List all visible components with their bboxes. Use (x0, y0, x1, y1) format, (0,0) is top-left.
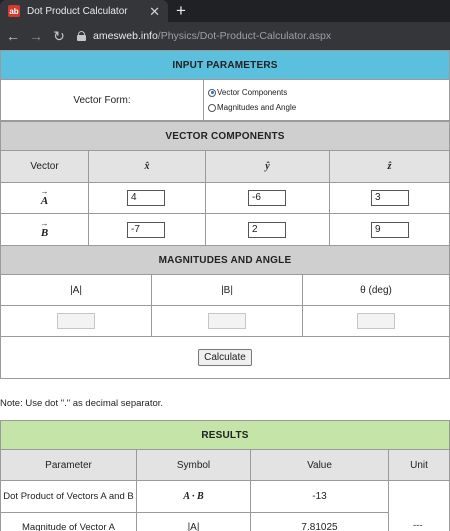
radio-vector-components[interactable]: Vector Components (208, 85, 449, 100)
table-row: Dot Product of Vectors A and B A · B -13 (0, 480, 450, 531)
radio-vector-components-label: Vector Components (217, 88, 288, 97)
col-header-parameter: Parameter (0, 449, 137, 481)
site-favicon-icon: ab (8, 5, 20, 17)
vector-a-name: A (40, 195, 49, 207)
back-arrow-icon[interactable]: ← (3, 29, 23, 43)
col-header-unit: Unit (388, 449, 450, 481)
vector-b-name: B (40, 226, 49, 239)
decimal-separator-note: Note: Use dot "." as decimal separator. (0, 398, 164, 409)
forward-arrow-icon[interactable]: → (26, 29, 46, 43)
results-heading: RESULTS (0, 420, 450, 450)
col-header-symbol: Symbol (136, 449, 251, 481)
results-table: RESULTS Parameter Symbol Value Unit Dot … (0, 420, 450, 531)
col-header-mag-a: |A| (0, 274, 152, 306)
ax-input[interactable]: 4 (127, 190, 165, 206)
browser-tab-bar: ab Dot Product Calculator ✕ + (0, 0, 450, 22)
new-tab-icon[interactable]: + (176, 2, 186, 19)
url-path: /Physics/Dot-Product-Calculator.aspx (157, 30, 332, 42)
address-bar[interactable]: amesweb.info/Physics/Dot-Product-Calcula… (93, 30, 331, 42)
browser-toolbar: ← → ↻ amesweb.info/Physics/Dot-Product-C… (0, 22, 450, 50)
vector-form-label: Vector Form: (0, 79, 204, 121)
result-value: -13 (250, 480, 389, 513)
calculate-button[interactable]: Calculate (198, 349, 252, 366)
table-row: Magnitude of Vector A |A| 7.81025 (0, 512, 450, 531)
ay-input[interactable]: -6 (248, 190, 286, 206)
page-content: INPUT PARAMETERS Vector Form: Vector Com… (0, 50, 450, 531)
col-header-y-hat: ŷ (205, 150, 330, 183)
mag-b-input[interactable] (208, 313, 246, 329)
col-header-vector: Vector (0, 150, 89, 183)
vector-form-options: Vector Components Magnitudes and Angle (203, 79, 450, 121)
result-value: 7.81025 (250, 512, 389, 531)
url-host: amesweb.info (93, 30, 158, 42)
mag-a-input[interactable] (57, 313, 95, 329)
lock-icon[interactable] (77, 31, 86, 41)
radio-selected-icon[interactable] (208, 88, 216, 97)
result-symbol: A · B (136, 480, 251, 513)
result-parameter: Dot Product of Vectors A and B (0, 480, 137, 513)
col-header-x-hat: x̂ (88, 150, 206, 183)
bz-input[interactable]: 9 (371, 221, 409, 238)
radio-unselected-icon[interactable] (208, 103, 216, 112)
result-unit: --- (413, 520, 423, 531)
vector-components-heading: VECTOR COMPONENTS (0, 121, 450, 151)
vector-b-label: → B (0, 213, 89, 246)
col-header-z-hat: ẑ (329, 150, 450, 183)
az-input[interactable]: 3 (371, 190, 409, 206)
radio-magnitudes-angle[interactable]: Magnitudes and Angle (208, 100, 449, 115)
result-symbol: |A| (136, 512, 251, 531)
magnitudes-angle-table: MAGNITUDES AND ANGLE |A| |B| θ (deg) Cal… (0, 245, 450, 379)
reload-icon[interactable]: ↻ (49, 29, 69, 43)
radio-magnitudes-angle-label: Magnitudes and Angle (217, 103, 297, 112)
browser-tab[interactable]: ab Dot Product Calculator ✕ (0, 0, 168, 22)
close-icon[interactable]: ✕ (149, 5, 160, 18)
tab-title: Dot Product Calculator (27, 5, 128, 17)
col-header-mag-b: |B| (151, 274, 303, 306)
vector-components-table: VECTOR COMPONENTS Vector x̂ ŷ ẑ → A 4 -6 … (0, 121, 450, 246)
by-input[interactable]: 2 (248, 221, 286, 238)
input-parameters-heading: INPUT PARAMETERS (0, 50, 450, 80)
theta-input[interactable] (357, 313, 395, 329)
result-parameter: Magnitude of Vector A (0, 512, 137, 531)
table-row: → B -7 2 9 (0, 213, 450, 246)
vector-a-label: → A (0, 182, 89, 214)
magnitudes-angle-heading: MAGNITUDES AND ANGLE (0, 245, 450, 275)
input-parameters-table: INPUT PARAMETERS Vector Form: Vector Com… (0, 50, 450, 121)
bx-input[interactable]: -7 (127, 221, 165, 238)
table-row: → A 4 -6 3 (0, 182, 450, 214)
col-header-theta: θ (deg) (302, 274, 450, 306)
col-header-value: Value (250, 449, 389, 481)
